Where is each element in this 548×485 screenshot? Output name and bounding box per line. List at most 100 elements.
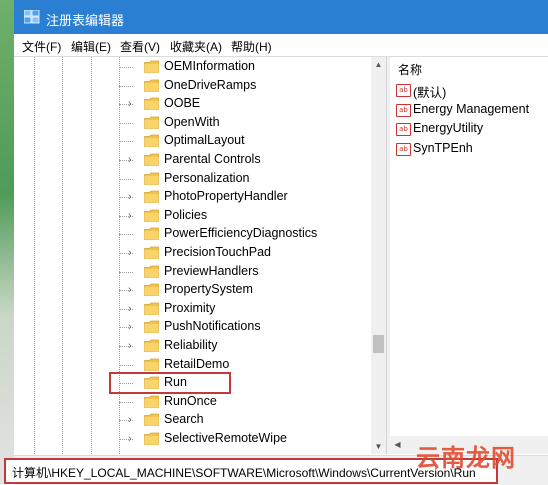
folder-icon	[144, 432, 159, 445]
tree-item[interactable]: › Search	[14, 411, 374, 429]
menu-view[interactable]: 查看(V)	[120, 38, 160, 55]
tree-item[interactable]: › Proximity	[14, 300, 374, 318]
tree-item[interactable]: RetailDemo	[14, 356, 374, 374]
tree-item[interactable]: Personalization	[14, 170, 374, 188]
folder-icon	[144, 265, 159, 278]
value-name: (默认)	[413, 86, 447, 100]
folder-icon	[144, 339, 159, 352]
tree-item-label: OptimalLayout	[164, 133, 245, 148]
expand-chevron-icon[interactable]: ›	[128, 414, 136, 426]
tree-item[interactable]: › Reliability	[14, 337, 374, 355]
tree-item-label: Parental Controls	[164, 152, 261, 166]
tree-vertical-scrollbar[interactable]: ▲ ▼	[371, 57, 386, 454]
values-pane[interactable]: 名称 ab (默认) ab Energy Management ab EnergyUtil…	[390, 57, 548, 454]
ab-string-icon: ab	[396, 84, 411, 97]
registry-path[interactable]: 计算机\HKEY_LOCAL_MACHINE\SOFTWARE\Microsof…	[12, 464, 476, 481]
folder-icon	[144, 413, 159, 427]
menu-help[interactable]: 帮助(H)	[231, 38, 272, 55]
menu-edit[interactable]: 编辑(E)	[71, 38, 111, 55]
tree-item-run[interactable]: Run	[109, 372, 231, 395]
tree-item-label: Proximity	[164, 300, 216, 315]
tree-item[interactable]: PreviewHandlers	[14, 263, 374, 281]
expand-chevron-icon[interactable]: ›	[128, 247, 136, 259]
tree-item[interactable]: RunOnce	[14, 393, 374, 411]
expand-chevron-icon[interactable]: ›	[128, 154, 136, 166]
tree-item[interactable]: OneDriveRamps	[14, 77, 374, 95]
expand-chevron-icon[interactable]: ›	[128, 321, 136, 333]
tree-item[interactable]: › Parental Controls	[14, 151, 374, 169]
folder-icon	[144, 227, 159, 241]
column-header-name[interactable]: 名称	[398, 61, 422, 78]
tree-item-label: RetailDemo	[164, 356, 230, 371]
folder-icon	[144, 60, 159, 73]
tree-item-label: OneDriveRamps	[164, 77, 257, 92]
tree-item[interactable]: › Policies	[14, 207, 374, 225]
folder-icon	[144, 153, 159, 166]
expand-chevron-icon[interactable]: ›	[128, 433, 136, 445]
folder-icon	[144, 376, 159, 390]
value-row[interactable]: ab SynTPEnh	[396, 140, 546, 158]
folder-icon	[144, 358, 159, 371]
value-row[interactable]: ab EnergyUtility	[396, 120, 546, 138]
tree-item-label: Reliability	[164, 338, 218, 352]
title-bar[interactable]: 注册表编辑器	[14, 0, 548, 34]
ab-string-icon: ab	[396, 123, 411, 136]
tree-item[interactable]: › OOBE	[14, 95, 374, 113]
tree-item-label: PrecisionTouchPad	[164, 245, 272, 259]
tree-item[interactable]: OpenWith	[14, 114, 374, 132]
folder-icon	[144, 302, 159, 315]
folder-icon	[144, 209, 159, 222]
tree-item-label: SelectiveRemoteWipe	[164, 431, 287, 445]
window-title: 注册表编辑器	[46, 13, 125, 28]
value-name: EnergyUtility	[413, 121, 484, 135]
value-row[interactable]: ab Energy Management	[396, 101, 546, 119]
value-row[interactable]: ab (默认)	[396, 81, 546, 100]
scroll-up-arrow-icon[interactable]: ▲	[371, 57, 386, 72]
tree-item[interactable]: OEMInformation	[14, 58, 374, 76]
tree-item[interactable]: › PushNotifications	[14, 318, 374, 336]
tree-item-label: Personalization	[164, 170, 250, 185]
folder-icon	[144, 172, 159, 185]
key-tree-pane[interactable]: OEMInformation OneDriveRamps › OOBE OpenWith…	[14, 57, 386, 454]
scroll-thumb[interactable]	[373, 335, 384, 353]
menu-bar: 文件(F) 编辑(E) 查看(V) 收藏夹(A) 帮助(H)	[14, 34, 548, 57]
watermark-logo: 云南龙网	[416, 444, 516, 472]
folder-icon	[144, 134, 159, 148]
tree-item[interactable]: › SelectiveRemoteWipe	[14, 430, 374, 448]
expand-chevron-icon[interactable]: ›	[128, 303, 136, 315]
folder-icon	[144, 395, 159, 408]
expand-chevron-icon[interactable]: ›	[128, 191, 136, 203]
tree-item-label: RunOnce	[164, 393, 217, 408]
scroll-down-arrow-icon[interactable]: ▼	[371, 439, 386, 454]
tree-item[interactable]: › PrecisionTouchPad	[14, 244, 374, 262]
tree-item-label: PreviewHandlers	[164, 263, 259, 278]
menu-favorites[interactable]: 收藏夹(A)	[170, 38, 222, 55]
scroll-left-arrow-icon[interactable]: ◀	[390, 436, 405, 454]
ab-string-icon: ab	[396, 103, 411, 117]
regedit-icon	[24, 10, 40, 24]
tree-item-label: Search	[164, 412, 204, 427]
tree-item[interactable]: PowerEfficiencyDiagnostics	[14, 225, 374, 243]
ab-string-icon: ab	[396, 142, 411, 156]
expand-chevron-icon[interactable]: ›	[128, 284, 136, 296]
expand-chevron-icon[interactable]: ›	[128, 210, 136, 222]
tree-item-label: PhotoPropertyHandler	[164, 189, 288, 204]
menu-file[interactable]: 文件(F)	[22, 38, 61, 55]
tree-item[interactable]: OptimalLayout	[14, 132, 374, 150]
expand-chevron-icon[interactable]: ›	[128, 98, 136, 110]
registry-editor-window: 注册表编辑器 文件(F) 编辑(E) 查看(V) 收藏夹(A) 帮助(H) OE…	[4, 0, 548, 485]
tree-item-label: OEMInformation	[164, 59, 256, 73]
expand-chevron-icon[interactable]: ›	[128, 340, 136, 352]
tree-item[interactable]: › PhotoPropertyHandler	[14, 188, 374, 206]
tree-item[interactable]: › PropertySystem	[14, 281, 374, 299]
